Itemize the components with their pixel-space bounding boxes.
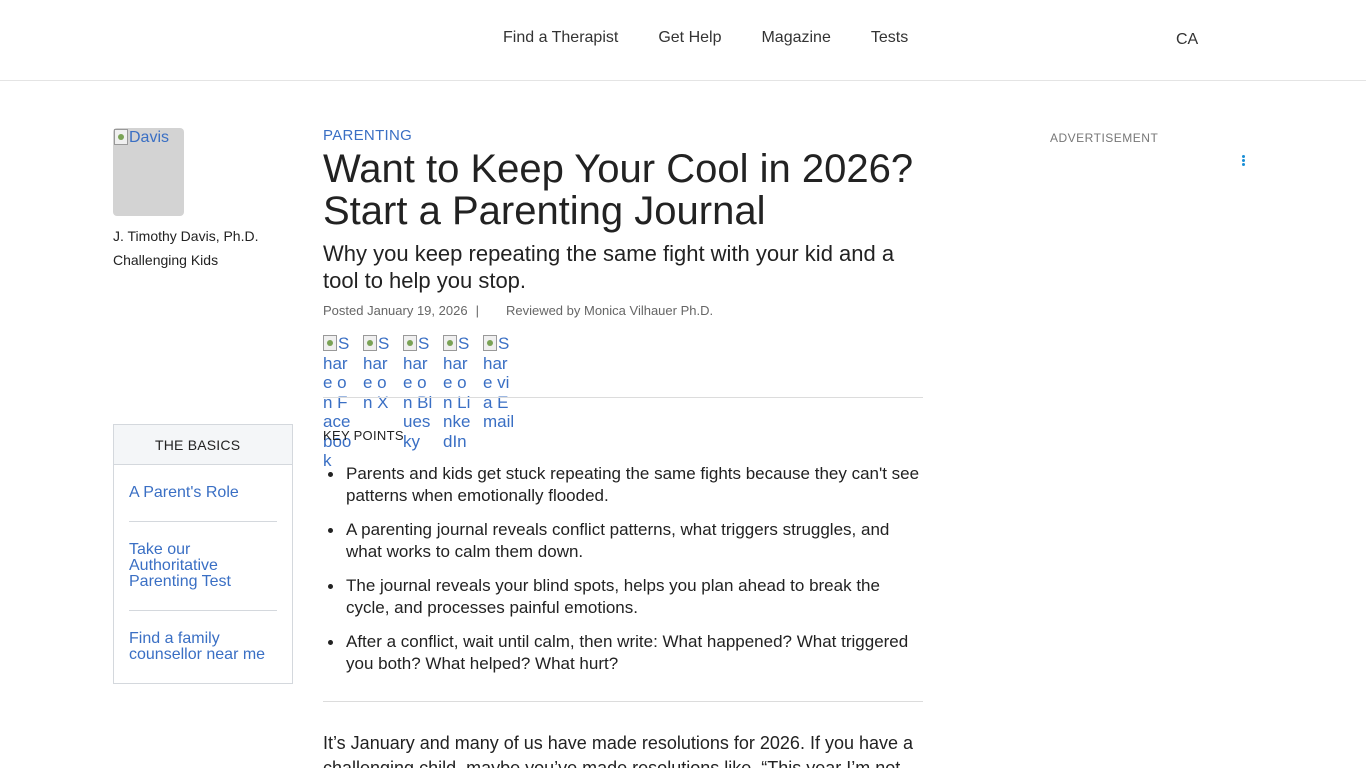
article-body-paragraph: It’s January and many of us have made re… (323, 733, 914, 768)
basics-link-parenting-test[interactable]: Take our Authoritative Parenting Test (129, 522, 277, 611)
dot (1242, 163, 1245, 166)
basics-list: A Parent's Role Take our Authoritative P… (114, 465, 292, 663)
share-x-button[interactable]: Share on X (363, 334, 395, 471)
nav-find-therapist[interactable]: Find a Therapist (503, 28, 618, 48)
broken-image-icon (443, 335, 457, 351)
divider (323, 701, 923, 702)
author-name[interactable]: J. Timothy Davis, Ph.D. (113, 227, 258, 245)
broken-image-icon (323, 335, 337, 351)
basics-link-family-counsellor[interactable]: Find a family counsellor near me (129, 611, 277, 663)
broken-image-icon (483, 335, 497, 351)
list-item: After a conflict, wait until calm, then … (323, 631, 923, 675)
basics-box: THE BASICS A Parent's Role Take our Auth… (113, 424, 293, 684)
article-subtitle: Why you keep repeating the same fight wi… (323, 241, 895, 293)
broken-image-icon (363, 335, 377, 351)
broken-image-icon (114, 129, 128, 145)
advertisement-label: ADVERTISEMENT (1050, 131, 1159, 145)
meta-separator: | (475, 303, 479, 318)
nav-magazine[interactable]: Magazine (761, 28, 830, 48)
share-facebook-button[interactable]: Share on Facebook (323, 334, 355, 471)
site-header: Find a Therapist Get Help Magazine Tests… (0, 0, 1366, 81)
key-points-list: Parents and kids get stuck repeating the… (323, 463, 923, 687)
author-blog[interactable]: Challenging Kids (113, 251, 218, 269)
article-title: Want to Keep Your Cool in 2026? Start a … (323, 147, 914, 233)
broken-image-icon (403, 335, 417, 351)
share-linkedin-button[interactable]: Share on LinkedIn (443, 334, 475, 471)
list-item: A parenting journal reveals conflict pat… (323, 519, 923, 563)
key-points-label: KEY POINTS (323, 428, 404, 443)
author-photo-alt: Davis (114, 129, 169, 147)
share-bar: Share on Facebook Share on X Share on Bl… (323, 334, 523, 471)
region-selector[interactable]: CA (1176, 30, 1198, 50)
share-bluesky-button[interactable]: Share on Bluesky (403, 334, 435, 471)
divider (323, 397, 923, 398)
posted-date: Posted January 19, 2026 (323, 303, 468, 318)
share-email-button[interactable]: Share via Email (483, 334, 515, 471)
main-nav: Find a Therapist Get Help Magazine Tests (503, 28, 948, 48)
reviewed-by: Reviewed by Monica Vilhauer Ph.D. (505, 303, 714, 318)
basics-link-parents-role[interactable]: A Parent's Role (129, 465, 277, 522)
dot (1242, 155, 1245, 158)
nav-tests[interactable]: Tests (871, 28, 908, 48)
list-item: Parents and kids get stuck repeating the… (323, 463, 923, 507)
dot (1242, 159, 1245, 162)
basics-heading: THE BASICS (114, 425, 292, 465)
ad-options-icon[interactable] (1242, 155, 1246, 167)
nav-get-help[interactable]: Get Help (658, 28, 721, 48)
author-photo[interactable]: Davis (113, 128, 184, 216)
list-item: The journal reveals your blind spots, he… (323, 575, 923, 619)
category-link[interactable]: PARENTING (323, 127, 412, 145)
article-meta: Posted January 19, 2026 | Reviewed by Mo… (323, 303, 713, 319)
